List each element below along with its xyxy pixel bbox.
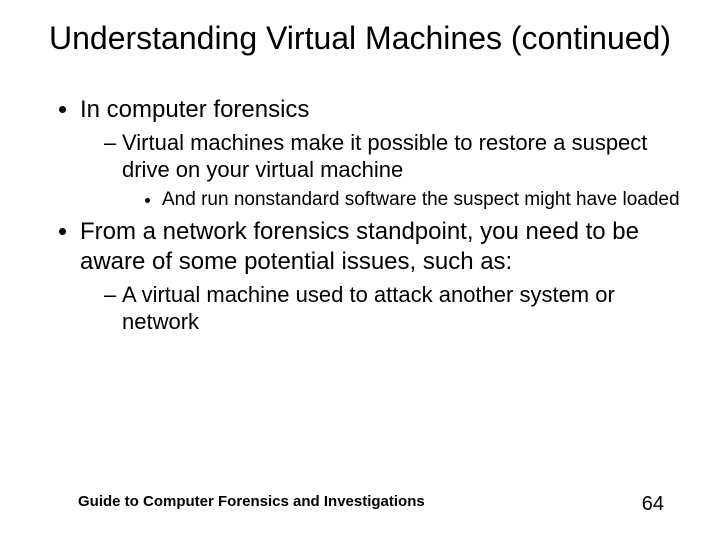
- bullet-text: A virtual machine used to attack another…: [122, 282, 615, 334]
- bullet-text: Virtual machines make it possible to res…: [122, 130, 647, 182]
- bullet-text: And run nonstandard software the suspect…: [162, 189, 680, 210]
- list-item: And run nonstandard software the suspect…: [162, 188, 680, 212]
- bullet-list: In computer forensics Virtual machines m…: [40, 95, 680, 336]
- slide-title: Understanding Virtual Machines (continue…: [40, 20, 680, 57]
- sub-sub-list: And run nonstandard software the suspect…: [122, 188, 680, 212]
- slide: Understanding Virtual Machines (continue…: [0, 0, 720, 540]
- list-item: In computer forensics Virtual machines m…: [80, 95, 680, 212]
- sub-list: A virtual machine used to attack another…: [80, 282, 680, 336]
- bullet-text: From a network forensics standpoint, you…: [80, 218, 639, 274]
- footer-text: Guide to Computer Forensics and Investig…: [78, 493, 425, 516]
- bullet-text: In computer forensics: [80, 96, 309, 123]
- footer: Guide to Computer Forensics and Investig…: [0, 493, 720, 516]
- list-item: Virtual machines make it possible to res…: [104, 130, 680, 211]
- list-item: From a network forensics standpoint, you…: [80, 217, 680, 335]
- page-number: 64: [642, 493, 664, 516]
- list-item: A virtual machine used to attack another…: [104, 282, 680, 336]
- sub-list: Virtual machines make it possible to res…: [80, 130, 680, 211]
